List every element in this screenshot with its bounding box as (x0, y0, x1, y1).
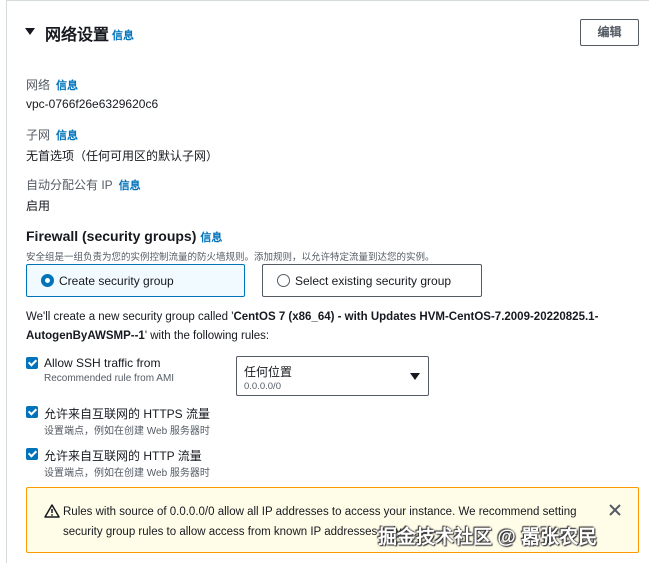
security-group-note: We'll create a new security group called… (26, 311, 599, 342)
watermark: 掘金技术社区 @ 嚣张农民 (378, 527, 598, 548)
network-info-link[interactable]: 信息 (56, 80, 78, 92)
section-title: 网络设置 (45, 27, 110, 44)
radio-label: Create security group (59, 274, 174, 288)
rule-subtitle: Recommended rule from AMI (44, 373, 175, 384)
select-value: 任何位置 (244, 365, 293, 379)
subnet-label: 子网 信息 (26, 128, 79, 142)
warning-icon (44, 504, 60, 518)
public-ip-value: 启用 (26, 199, 51, 213)
rule-title: Allow SSH traffic from (44, 356, 161, 370)
ssh-source-select[interactable]: 任何位置 0.0.0.0/0 (236, 356, 429, 396)
network-value: vpc-0766f26e6329620c6 (26, 97, 159, 111)
network-settings-panel: 网络设置 信息 编辑 网络 信息 vpc-0766f26e6329620c6 子网… (6, 0, 649, 563)
select-subvalue: 0.0.0.0/0 (244, 381, 281, 392)
radio-selected-icon[interactable] (41, 274, 54, 287)
firewall-title: Firewall (security groups) 信息 (26, 228, 223, 244)
firewall-info-link[interactable]: 信息 (200, 232, 222, 244)
firewall-description: 安全组是一组负责为您的实例控制流量的防火墙规则。添加规则，以允许特定流量到达您的… (26, 252, 435, 263)
caret-down-icon[interactable] (410, 373, 420, 380)
public-ip-label: 自动分配公有 IP 信息 (26, 178, 141, 192)
edit-button[interactable]: 编辑 (580, 19, 639, 46)
subnet-info-link[interactable]: 信息 (56, 130, 78, 142)
close-icon[interactable] (607, 502, 623, 518)
checkbox-checked-icon[interactable] (26, 357, 38, 369)
public-ip-info-link[interactable]: 信息 (119, 180, 141, 192)
collapse-caret-icon[interactable] (25, 28, 35, 35)
rule-subtitle: 设置端点，例如在创建 Web 服务器时 (44, 468, 210, 479)
checkbox-checked-icon[interactable] (26, 406, 38, 418)
radio-unselected-icon[interactable] (277, 274, 290, 287)
network-label: 网络 信息 (26, 78, 79, 92)
section-header: 网络设置 信息 编辑 (7, 1, 649, 63)
rule-subtitle: 设置端点，例如在创建 Web 服务器时 (44, 426, 210, 437)
create-security-group-option[interactable]: Create security group (26, 264, 245, 297)
rule-title: 允许来自互联网的 HTTP 流量 (44, 449, 202, 463)
select-existing-security-group-option[interactable]: Select existing security group (262, 264, 482, 297)
checkbox-checked-icon[interactable] (26, 448, 38, 460)
subnet-value: 无首选项（任何可用区的默认子网） (26, 149, 219, 163)
rule-title: 允许来自互联网的 HTTPS 流量 (44, 407, 211, 421)
section-info-link[interactable]: 信息 (112, 27, 134, 43)
radio-label: Select existing security group (295, 274, 452, 288)
